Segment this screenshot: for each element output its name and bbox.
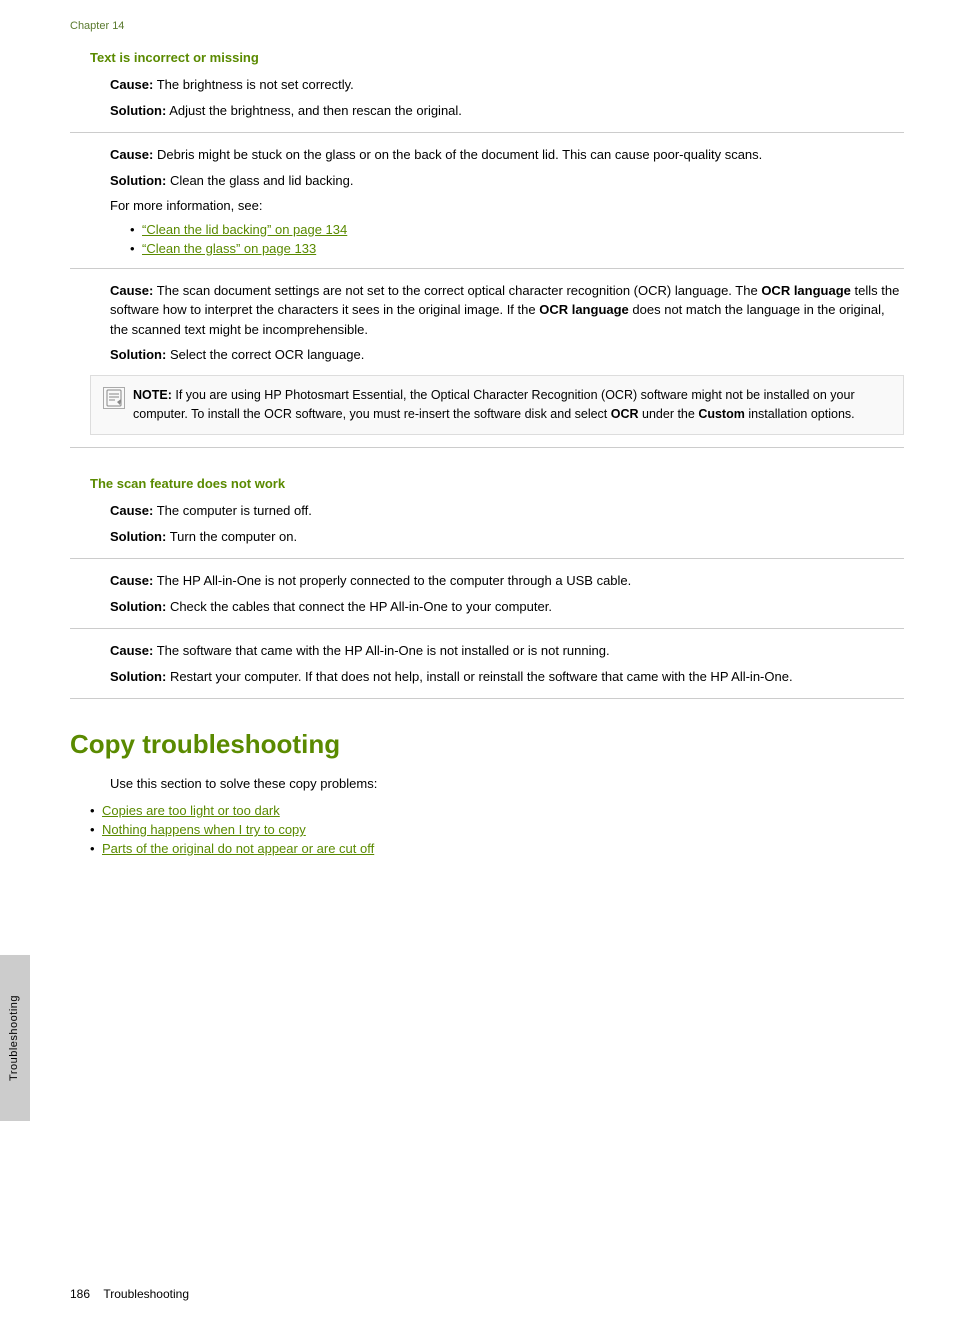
cause-bold2-3: OCR language [539, 302, 629, 317]
scan-cause-label-1: Cause: [110, 503, 153, 518]
cause-label-1: Cause: [110, 77, 153, 92]
scan-cause-2: Cause: The HP All-in-One is not properly… [110, 571, 904, 591]
note-text: NOTE: If you are using HP Photosmart Ess… [133, 386, 891, 425]
solution-label-2: Solution: [110, 173, 166, 188]
spacer-1 [70, 460, 904, 476]
section2-heading: The scan feature does not work [90, 476, 904, 491]
solution-label-3: Solution: [110, 347, 166, 362]
scan-solution-2: Solution: Check the cables that connect … [110, 597, 904, 617]
entry-3: Cause: The scan document settings are no… [110, 281, 904, 365]
link-1[interactable]: “Clean the lid backing” on page 134 [142, 222, 347, 237]
scan-solution-label-2: Solution: [110, 599, 166, 614]
divider-5 [70, 628, 904, 629]
note-mid: under the [639, 407, 699, 421]
page-number: 186 [70, 1287, 90, 1301]
sidebar: Troubleshooting [0, 0, 30, 1321]
scan-entry-2: Cause: The HP All-in-One is not properly… [110, 571, 904, 616]
cause-bold1-3: OCR language [761, 283, 851, 298]
link-item-2[interactable]: “Clean the glass” on page 133 [130, 241, 904, 256]
solution-line-1: Solution: Adjust the brightness, and the… [110, 101, 904, 121]
scan-cause-3: Cause: The software that came with the H… [110, 641, 904, 661]
note-icon [103, 387, 125, 409]
scan-solution-text-1: Turn the computer on. [166, 529, 297, 544]
divider-3 [70, 447, 904, 448]
solution-line-2: Solution: Clean the glass and lid backin… [110, 171, 904, 191]
divider-2 [70, 268, 904, 269]
scan-cause-label-2: Cause: [110, 573, 153, 588]
copy-links-list: Copies are too light or too dark Nothing… [90, 803, 904, 856]
note-svg-icon [105, 389, 123, 407]
cause-text-1: The brightness is not set correctly. [153, 77, 353, 92]
cause-text-3: The scan document settings are not set t… [153, 283, 761, 298]
extra-text-2: For more information, see: [110, 196, 904, 216]
scan-cause-text-3: The software that came with the HP All-i… [153, 643, 609, 658]
scan-solution-text-3: Restart your computer. If that does not … [166, 669, 792, 684]
cause-line-1: Cause: The brightness is not set correct… [110, 75, 904, 95]
divider-6 [70, 698, 904, 699]
footer-label: Troubleshooting [103, 1287, 189, 1301]
cause-line-2: Cause: Debris might be stuck on the glas… [110, 145, 904, 165]
solution-text-2: Clean the glass and lid backing. [166, 173, 353, 188]
cause-text-2: Debris might be stuck on the glass or on… [153, 147, 762, 162]
copy-link-item-2[interactable]: Nothing happens when I try to copy [90, 822, 904, 837]
scan-entry-1: Cause: The computer is turned off. Solut… [110, 501, 904, 546]
scan-cause-text-1: The computer is turned off. [153, 503, 312, 518]
copy-link-1[interactable]: Copies are too light or too dark [102, 803, 280, 818]
note-bold1: OCR [611, 407, 639, 421]
copy-link-3[interactable]: Parts of the original do not appear or a… [102, 841, 374, 856]
link-item-1[interactable]: “Clean the lid backing” on page 134 [130, 222, 904, 237]
links-list-2: “Clean the lid backing” on page 134 “Cle… [130, 222, 904, 256]
scan-solution-label-3: Solution: [110, 669, 166, 684]
cause-label-2: Cause: [110, 147, 153, 162]
divider-1 [70, 132, 904, 133]
entry-1: Cause: The brightness is not set correct… [110, 75, 904, 120]
solution-text-3: Select the correct OCR language. [166, 347, 364, 362]
section1-heading: Text is incorrect or missing [90, 50, 904, 65]
scan-solution-text-2: Check the cables that connect the HP All… [166, 599, 552, 614]
copy-section: Copy troubleshooting Use this section to… [70, 729, 904, 856]
note-block: NOTE: If you are using HP Photosmart Ess… [90, 375, 904, 436]
scan-entry-3: Cause: The software that came with the H… [110, 641, 904, 686]
note-bold2: Custom [698, 407, 745, 421]
note-label: NOTE: [133, 388, 172, 402]
scan-cause-1: Cause: The computer is turned off. [110, 501, 904, 521]
copy-link-2[interactable]: Nothing happens when I try to copy [102, 822, 306, 837]
scan-solution-3: Solution: Restart your computer. If that… [110, 667, 904, 687]
divider-4 [70, 558, 904, 559]
link-2[interactable]: “Clean the glass” on page 133 [142, 241, 316, 256]
page-footer: 186 Troubleshooting [70, 1287, 189, 1301]
sidebar-label: Troubleshooting [0, 955, 30, 1121]
solution-text-1: Adjust the brightness, and then rescan t… [166, 103, 462, 118]
entry-2: Cause: Debris might be stuck on the glas… [110, 145, 904, 256]
scan-cause-label-3: Cause: [110, 643, 153, 658]
solution-label-1: Solution: [110, 103, 166, 118]
copy-link-item-1[interactable]: Copies are too light or too dark [90, 803, 904, 818]
cause-label-3: Cause: [110, 283, 153, 298]
copy-heading: Copy troubleshooting [70, 729, 904, 760]
solution-line-3: Solution: Select the correct OCR languag… [110, 345, 904, 365]
main-content: Chapter 14 Text is incorrect or missing … [30, 0, 954, 1321]
note-end: installation options. [745, 407, 855, 421]
copy-intro: Use this section to solve these copy pro… [110, 774, 904, 795]
cause-line-3: Cause: The scan document settings are no… [110, 281, 904, 340]
scan-cause-text-2: The HP All-in-One is not properly connec… [153, 573, 631, 588]
scan-solution-1: Solution: Turn the computer on. [110, 527, 904, 547]
scan-solution-label-1: Solution: [110, 529, 166, 544]
copy-link-item-3[interactable]: Parts of the original do not appear or a… [90, 841, 904, 856]
chapter-label: Chapter 14 [70, 20, 904, 32]
